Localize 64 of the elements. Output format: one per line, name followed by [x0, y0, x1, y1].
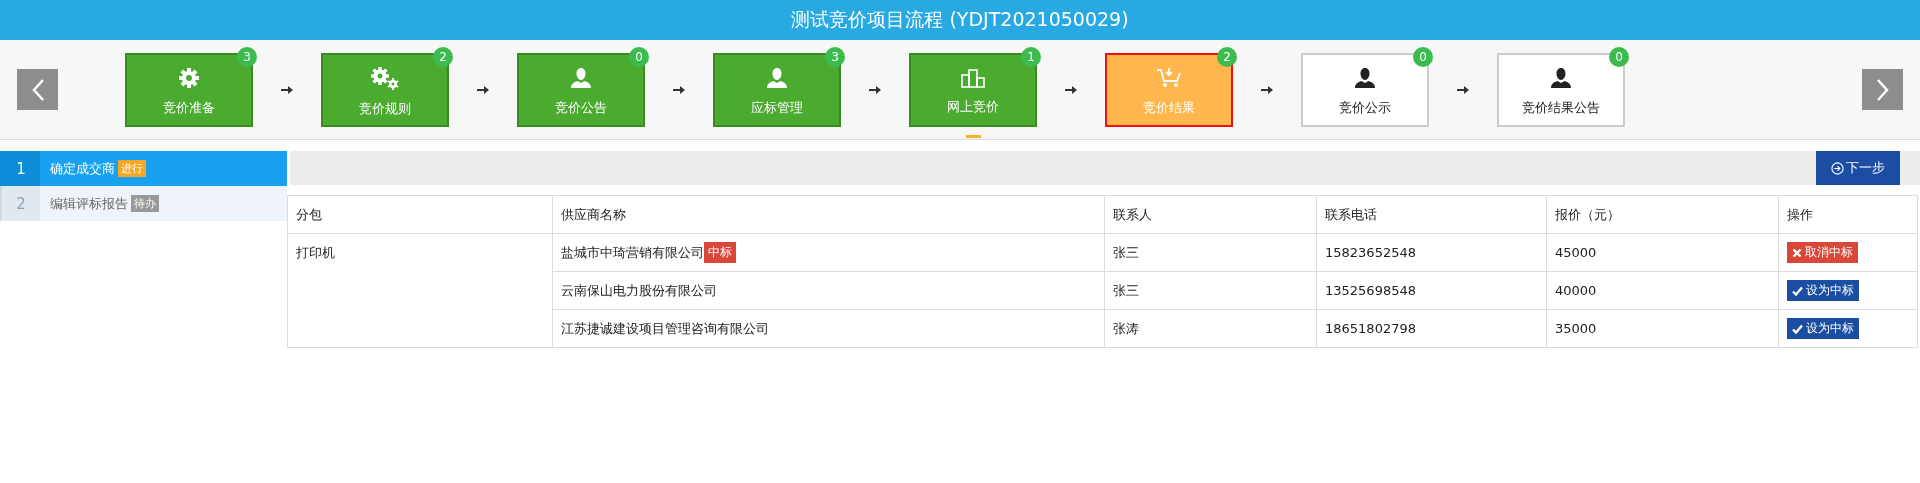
column-header: 分包 [287, 195, 553, 234]
check-icon [1792, 323, 1803, 334]
column-header: 联系电话 [1316, 195, 1547, 234]
count-badge: 1 [1021, 46, 1041, 67]
arrow-circle-icon [1831, 161, 1844, 175]
gear-icon [178, 67, 200, 89]
table-cell: 35000 [1546, 309, 1779, 348]
count-badge: 3 [825, 46, 845, 67]
arrow-icon [1457, 85, 1469, 94]
table-cell: 张涛 [1104, 309, 1317, 348]
arrow-icon [1065, 85, 1077, 94]
table-cell: 张三 [1104, 233, 1317, 272]
count-badge: 0 [1413, 46, 1433, 67]
status-badge: 待办 [131, 195, 159, 212]
sidebar-label: 编辑评标报告 [50, 194, 128, 213]
step-number: 2 [0, 186, 40, 221]
column-header: 供应商名称 [552, 195, 1105, 234]
table-cell: 13525698548 [1316, 271, 1547, 310]
person-icon [766, 67, 788, 89]
table-cell: 45000 [1546, 233, 1779, 272]
person-icon [570, 67, 592, 89]
supplier-name: 云南保山电力股份有限公司 [561, 281, 717, 300]
sidebar-item[interactable]: 1 确定成交商 进行 [0, 151, 287, 186]
set-winner-button[interactable]: 设为中标 [1787, 280, 1859, 301]
supplier-name: 江苏捷诚建设项目管理咨询有限公司 [561, 319, 769, 338]
column-header: 联系人 [1104, 195, 1317, 234]
table-cell: 15823652548 [1316, 233, 1547, 272]
count-badge: 2 [1217, 46, 1237, 67]
chevron-left-icon [30, 78, 45, 101]
column-header: 报价（元） [1546, 195, 1779, 234]
sidebar-item[interactable]: 2 编辑评标报告 待办 [0, 186, 287, 221]
winner-tag: 中标 [704, 242, 736, 263]
count-badge: 3 [237, 46, 257, 67]
podium-icon [960, 68, 986, 88]
set-winner-button[interactable]: 设为中标 [1787, 318, 1859, 339]
arrow-icon [1261, 85, 1273, 94]
table-cell: 打印机 [287, 233, 553, 348]
step-number: 1 [0, 151, 40, 186]
chevron-right-icon [1875, 78, 1890, 101]
count-badge: 0 [629, 46, 649, 67]
next-arrow-button[interactable] [1862, 69, 1903, 110]
gears-icon [370, 66, 400, 90]
table-cell: 张三 [1104, 271, 1317, 310]
person-icon [1550, 67, 1572, 89]
column-header: 操作 [1778, 195, 1918, 234]
person-icon [1354, 67, 1376, 89]
close-icon [1792, 247, 1802, 258]
count-badge: 0 [1609, 46, 1629, 67]
count-badge: 2 [433, 46, 453, 67]
arrow-icon [869, 85, 881, 94]
next-step-button[interactable]: 下一步 [1816, 151, 1900, 185]
arrow-icon [477, 85, 489, 94]
table-cell: 18651802798 [1316, 309, 1547, 348]
cancel-award-button[interactable]: 取消中标 [1787, 242, 1858, 263]
arrow-icon [281, 85, 293, 94]
status-badge: 进行 [118, 160, 146, 177]
check-icon [1792, 285, 1803, 296]
previous-button[interactable] [17, 69, 58, 110]
arrow-icon [673, 85, 685, 94]
cart-icon [1156, 67, 1182, 89]
table-cell: 40000 [1546, 271, 1779, 310]
page-title: 测试竞价项目流程 (YDJT2021050029) [791, 7, 1129, 32]
supplier-name: 盐城市中琦营销有限公司 [561, 243, 704, 262]
sidebar-label: 确定成交商 [50, 159, 115, 178]
